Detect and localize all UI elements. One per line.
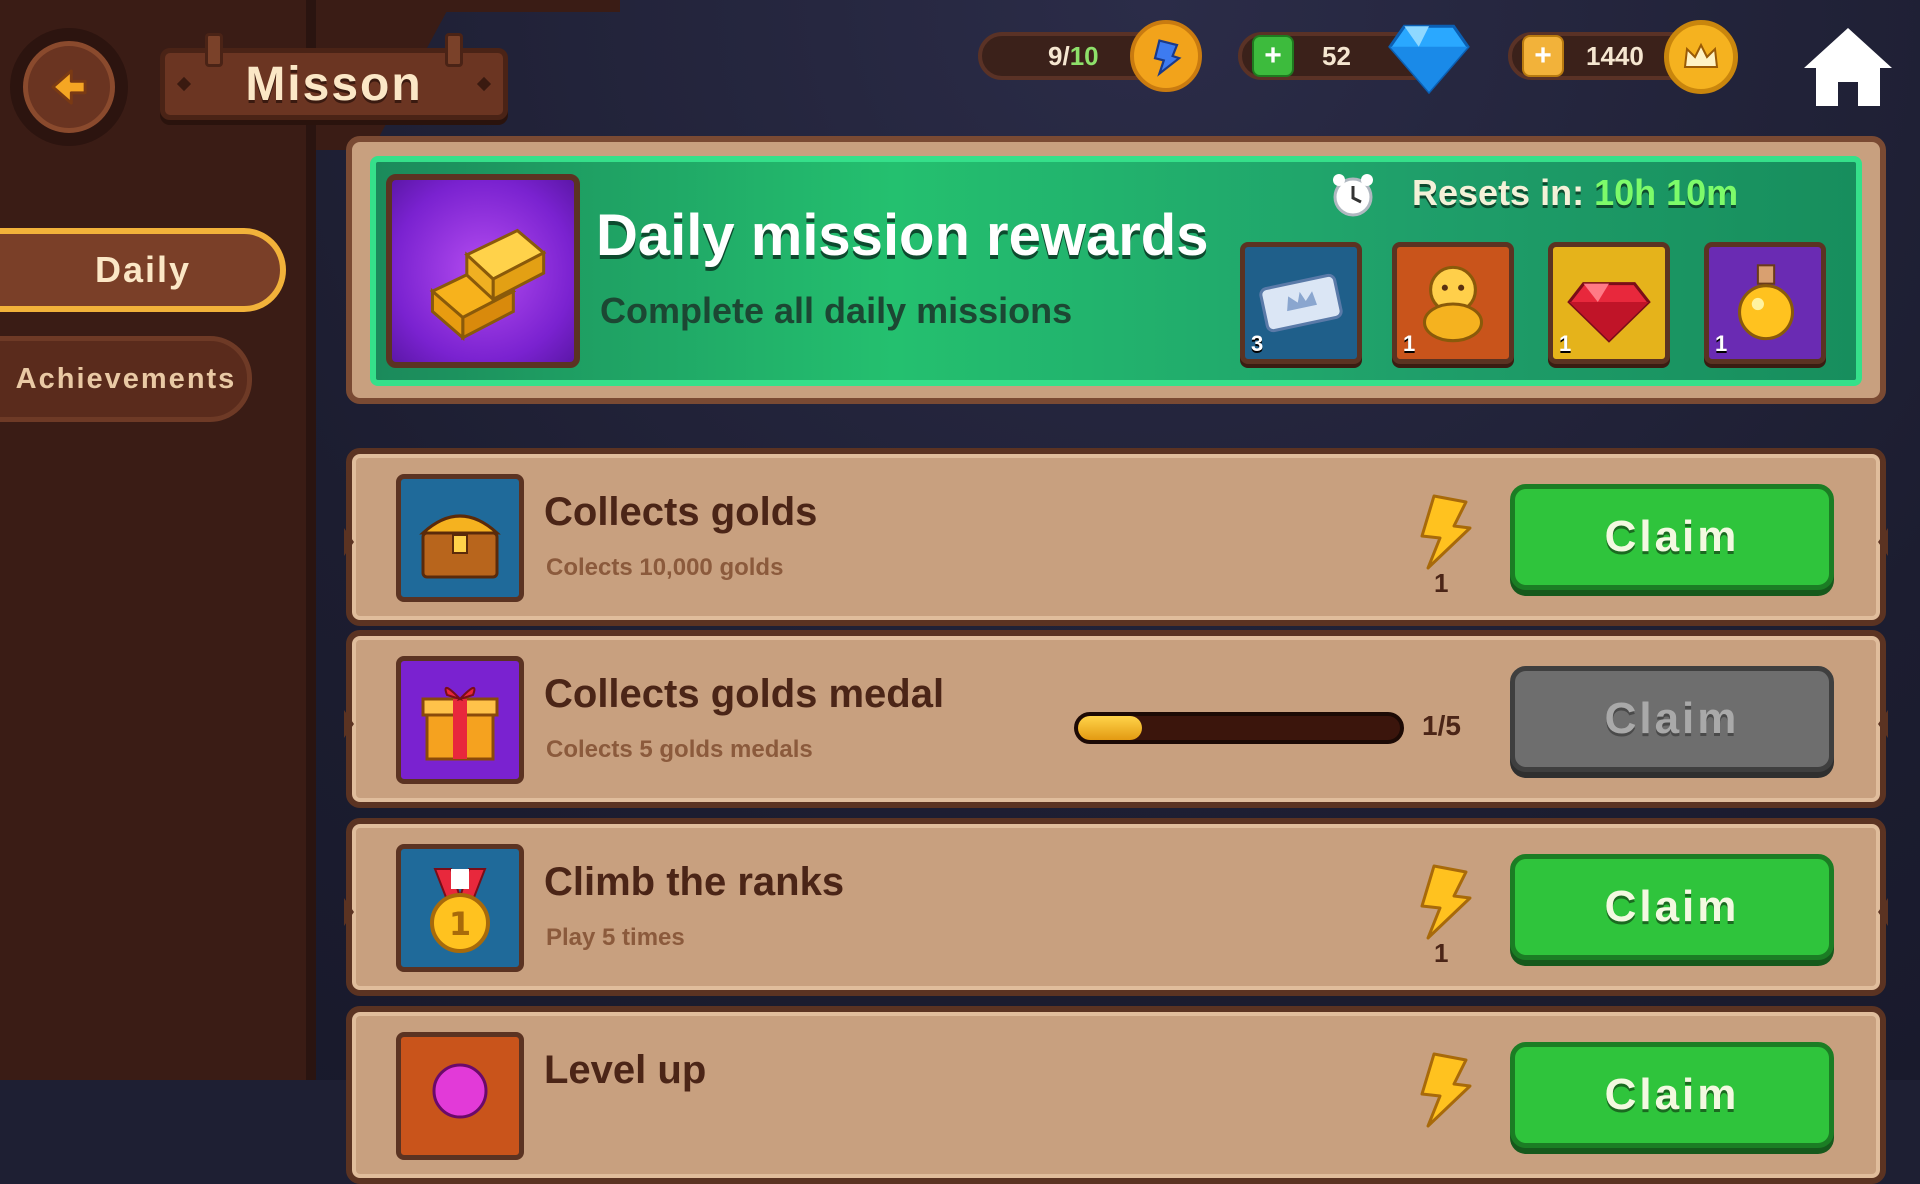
treasure-chest-icon [396,474,524,602]
mission-description: Play 5 times [546,924,685,951]
claim-button-disabled[interactable]: Claim [1510,666,1834,772]
alarm-clock-icon [1333,174,1373,217]
mission-row: 1 Climb the ranks Play 5 times 1 Claim [344,818,1888,996]
home-icon[interactable] [1796,22,1900,112]
lightning-icon [1420,864,1472,940]
reward-count: 1 [1434,938,1449,968]
reward-count: 1 [1434,568,1449,598]
mission-title: Climb the ranks [544,860,845,904]
progress-text: 1/5 [1422,710,1461,741]
arrow-left-icon [51,69,87,105]
mission-title: Collects golds medal [544,672,945,716]
reset-timer: Resets in: 10h 10m [1412,172,1739,213]
progress-fill [1078,716,1143,740]
reward-item-potion[interactable]: 1 [1704,242,1826,364]
back-button[interactable] [10,28,128,146]
mission-title: Level up [544,1048,707,1092]
mission-row: Collects golds medal Colects 5 golds med… [344,630,1888,808]
gem-icon [396,1032,524,1160]
energy-value: 9/10 [1048,40,1099,71]
reward-title: Daily mission rewards [596,203,1209,268]
crown-coin-icon [1664,20,1738,94]
add-gems-button[interactable]: + [1252,35,1294,77]
lightning-icon [1420,494,1472,570]
reward-count: 1 [1403,331,1416,356]
claim-button[interactable]: Claim [1510,484,1834,590]
gems-value: 52 [1322,40,1351,71]
mission-description: Colects 10,000 golds [546,554,784,581]
lightning-icon [1420,1052,1472,1128]
diamond-icon [1388,24,1470,94]
reward-item-gem[interactable]: 1 [1548,242,1670,364]
mission-row: Level up Claim [346,1006,1886,1184]
energy-icon [1130,20,1202,92]
gold-bars-icon [386,174,580,368]
tab-achievements-label: Achievements [15,362,237,395]
gold-value: 1440 [1586,40,1644,71]
title-sign: Misson [160,33,508,120]
reward-item-idol[interactable]: 1 [1392,242,1514,364]
mission-description: Colects 5 golds medals [546,736,813,763]
tab-daily[interactable]: Daily [0,228,286,312]
tab-daily-label: Daily [94,249,192,290]
sidebar [0,0,316,1080]
progress-bar [1074,712,1404,744]
page-title: Misson [245,57,423,111]
reward-item-ticket[interactable]: 3 [1240,242,1362,364]
tab-achievements[interactable]: Achievements [0,336,252,422]
gift-box-icon [396,656,524,784]
claim-button[interactable]: Claim [1510,1042,1834,1148]
claim-button[interactable]: Claim [1510,854,1834,960]
reward-count: 1 [1715,331,1728,356]
mission-title: Collects golds [544,490,818,534]
medal-icon: 1 [396,844,524,972]
add-gold-button[interactable]: + [1522,35,1564,77]
reward-count: 3 [1251,331,1264,356]
reward-count: 1 [1559,331,1572,356]
reward-subtitle: Complete all daily missions [600,290,1073,331]
svg-text:1: 1 [449,905,471,943]
mission-row: Collects golds Colects 10,000 golds 1 Cl… [344,448,1888,626]
